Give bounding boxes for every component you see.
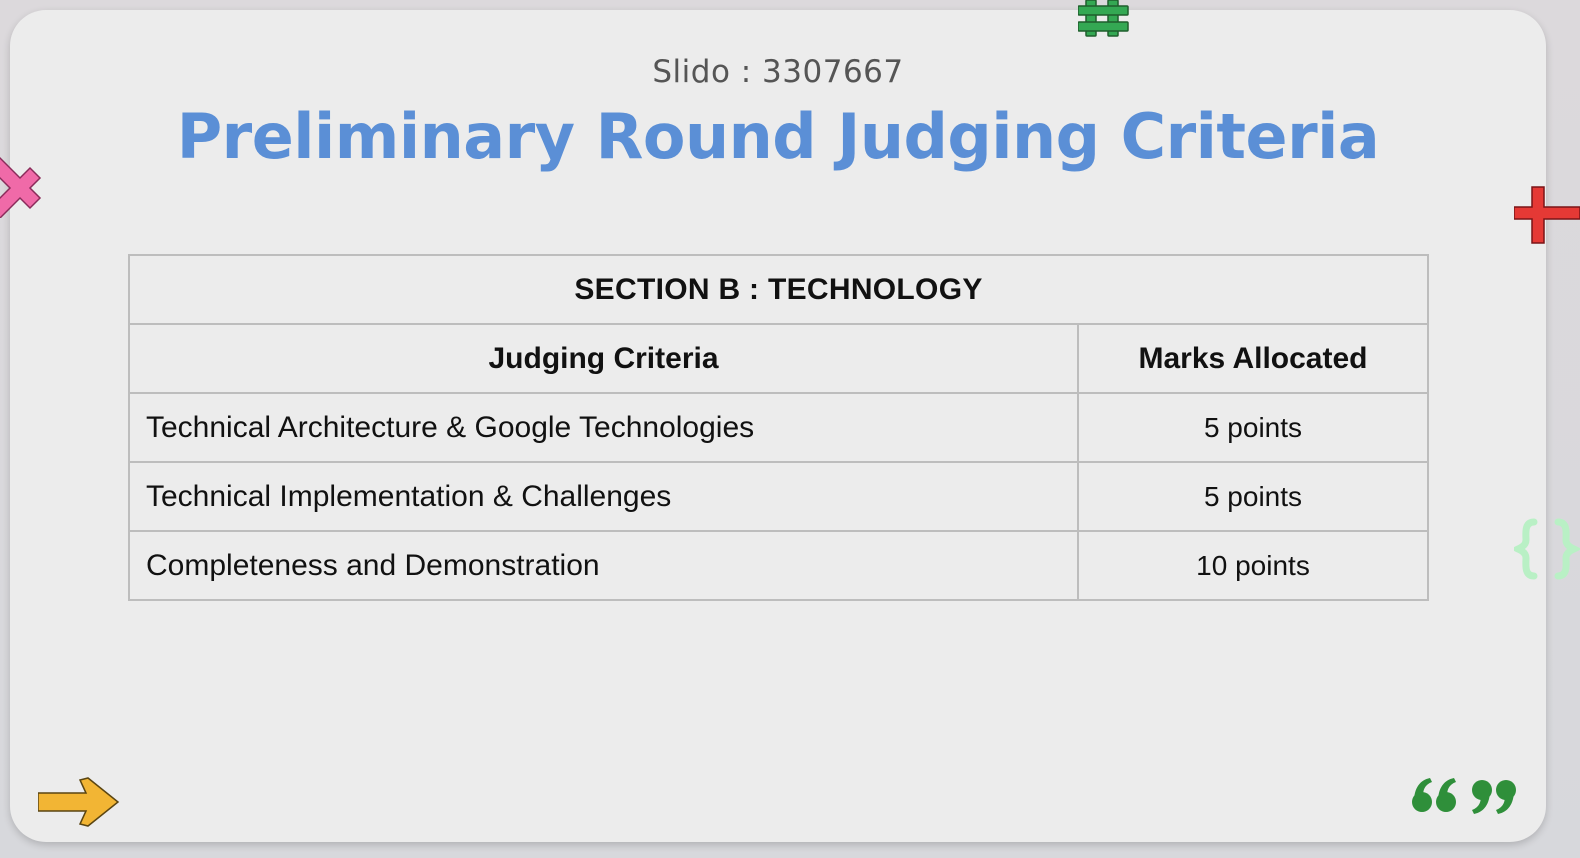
table-row: Completeness and Demonstration 10 points bbox=[128, 530, 1429, 601]
slido-code: Slido : 3307667 bbox=[652, 54, 904, 90]
criteria-cell: Technical Implementation & Challenges bbox=[128, 461, 1079, 532]
judging-criteria-table: SECTION B : TECHNOLOGY Judging Criteria … bbox=[128, 254, 1429, 601]
criteria-cell: Completeness and Demonstration bbox=[128, 530, 1079, 601]
marks-cell: 5 points bbox=[1077, 461, 1429, 532]
hash-icon bbox=[1078, 0, 1129, 37]
marks-cell: 5 points bbox=[1077, 392, 1429, 463]
x-icon bbox=[0, 156, 42, 218]
table-row: Technical Implementation & Challenges 5 … bbox=[128, 461, 1429, 532]
marks-column-header: Marks Allocated bbox=[1077, 323, 1429, 394]
criteria-cell: Technical Architecture & Google Technolo… bbox=[128, 392, 1079, 463]
criteria-column-header: Judging Criteria bbox=[128, 323, 1079, 394]
curly-braces-icon bbox=[1514, 518, 1580, 580]
page-title: Preliminary Round Judging Criteria bbox=[176, 100, 1380, 173]
quotation-marks-icon bbox=[1412, 778, 1516, 814]
section-header-row: SECTION B : TECHNOLOGY bbox=[128, 254, 1429, 325]
marks-cell: 10 points bbox=[1077, 530, 1429, 601]
table-row: Technical Architecture & Google Technolo… bbox=[128, 392, 1429, 463]
column-header-row: Judging Criteria Marks Allocated bbox=[128, 323, 1429, 394]
slide-card: Slido : 3307667 Preliminary Round Judgin… bbox=[10, 10, 1546, 842]
arrow-right-icon bbox=[38, 777, 120, 827]
section-title: SECTION B : TECHNOLOGY bbox=[128, 254, 1429, 325]
plus-icon bbox=[1514, 186, 1580, 244]
